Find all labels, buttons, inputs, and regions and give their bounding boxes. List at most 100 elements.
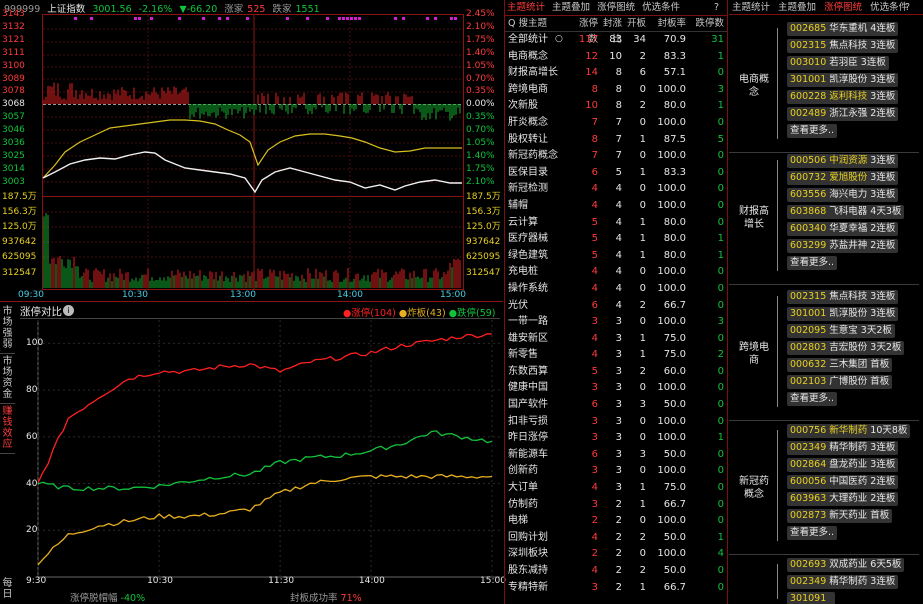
help-icon-2[interactable]: ? (905, 0, 910, 15)
table-row[interactable]: 创新药 3 3 0 100.0 0 (505, 463, 727, 480)
tab-market-strength[interactable]: 市场强弱 (0, 304, 15, 354)
table-row[interactable]: 健康中国 3 3 0 100.0 0 (505, 380, 727, 397)
seal-rate: 100.0 (657, 199, 686, 211)
limit-up-count: 7 (591, 116, 598, 128)
table-row[interactable]: 跨境电商 8 8 0 100.0 3 (505, 82, 727, 99)
table-row[interactable]: 次新股 10 8 2 80.0 1 (505, 98, 727, 115)
stock-chip[interactable]: 002685 华东重机 4连板 (787, 22, 899, 36)
tab-market-funds[interactable]: 市场资金 (0, 354, 15, 404)
table-row[interactable]: 光伏 6 4 2 66.7 0 (505, 298, 727, 315)
table-row[interactable]: 东数西算 5 3 2 60.0 0 (505, 364, 727, 381)
stock-chip[interactable]: 603556 海兴电力 3连板 (787, 188, 899, 202)
stock-chip[interactable]: 301091 (787, 592, 836, 604)
table-row[interactable]: 充电桩 4 4 0 100.0 0 (505, 264, 727, 281)
stock-chip[interactable]: 600056 中国医药 2连板 (787, 475, 899, 489)
stock-chip[interactable]: 301001 凯淳股份 3连板 (787, 307, 899, 321)
view-more-button[interactable]: 查看更多.. (787, 124, 838, 138)
limit-compare-panel[interactable]: 涨停对比 i ●涨停(104) ●炸板(43) ●跌停(59) 20 40 60 80… (0, 302, 506, 604)
tab-filter[interactable]: 优选条件 (642, 2, 680, 13)
tab-theme-overlay[interactable]: 主题叠加 (552, 2, 590, 13)
table-row[interactable]: 专精特新 3 2 1 66.7 0 (505, 580, 727, 597)
table-row[interactable]: 操作系统 4 4 0 100.0 0 (505, 281, 727, 298)
tab-daily[interactable]: 每日 (0, 576, 15, 604)
stock-chip[interactable]: 603299 苏盐井神 2连板 (787, 239, 899, 253)
stock-chip[interactable]: 000632 三木集团 首板 (787, 358, 893, 372)
seal-rate: 60.0 (663, 365, 686, 377)
theme-name: 电梯 (508, 515, 528, 527)
stock-chip[interactable]: 002693 双成药业 6天5板 (787, 558, 905, 572)
stock-chip[interactable]: 002873 新天药业 首板 (787, 509, 893, 523)
col-seal-rate[interactable]: 封板率 (648, 16, 688, 31)
table-row[interactable]: 昨日涨停 3 3 0 100.0 1 (505, 430, 727, 447)
stock-chip[interactable]: 002489 浙江永强 2连板 (787, 107, 899, 121)
col-seal-ratio[interactable]: 封涨比 (600, 16, 624, 45)
view-more-button[interactable]: 查看更多.. (787, 256, 838, 270)
table-row[interactable]: 全部统计 117 83 34 70.9 31 (505, 32, 727, 49)
view-more-button[interactable]: 查看更多.. (787, 392, 838, 406)
table-row[interactable]: 肝炎概念 7 7 0 100.0 0 (505, 115, 727, 132)
tab2-limit-chart[interactable]: 涨停图统 (824, 2, 862, 13)
col-search-theme[interactable]: Q 搜主题 (505, 16, 571, 31)
stock-name: 中润资源 (829, 155, 868, 166)
stock-chip[interactable]: 000756 新华制药 10天8板 (787, 424, 911, 438)
stock-chip[interactable]: 002315 焦点科技 3连板 (787, 290, 899, 304)
signal-dot (402, 17, 405, 20)
refresh-circle-icon[interactable]: ○ (555, 34, 563, 44)
table-row[interactable]: 辅帽 4 4 0 100.0 0 (505, 198, 727, 215)
tab2-theme-overlay[interactable]: 主题叠加 (778, 2, 816, 13)
table-row[interactable]: 新能源车 6 3 3 50.0 0 (505, 447, 727, 464)
table-row[interactable]: 新冠检测 4 4 0 100.0 0 (505, 181, 727, 198)
stock-chip[interactable]: 000506 中润资源 3连板 (787, 154, 899, 168)
stock-code: 002685 (790, 23, 827, 34)
stock-chip[interactable]: 002864 盘龙药业 3连板 (787, 458, 899, 472)
stock-chip[interactable]: 002349 精华制药 3连板 (787, 575, 899, 589)
tab2-filter[interactable]: 优选条件 (870, 2, 908, 13)
limit-up-count: 3 (591, 432, 598, 444)
table-row[interactable]: 电商概念 12 10 2 83.3 1 (505, 49, 727, 66)
tab-profit-effect[interactable]: 赚钱效应 (0, 404, 15, 454)
stock-chip[interactable]: 002095 生意宝 3天2板 (787, 324, 895, 338)
table-row[interactable]: 股东减持 4 2 2 50.0 0 (505, 563, 727, 580)
stock-chip[interactable]: 002803 吉宏股份 3天2板 (787, 341, 905, 355)
stock-chip[interactable]: 301001 凯淳股份 3连板 (787, 73, 899, 87)
table-row[interactable]: 扣非亏损 3 3 0 100.0 0 (505, 414, 727, 431)
limit-up-count: 3 (591, 498, 598, 510)
stock-chip[interactable]: 002103 广博股份 首板 (787, 375, 893, 389)
seal-count: 8 (615, 67, 622, 79)
stock-chip[interactable]: 600228 返利科技 3连板 (787, 90, 899, 104)
col-limit-up[interactable]: 涨停数 (571, 16, 600, 45)
table-row[interactable]: 雄安新区 4 3 1 75.0 0 (505, 331, 727, 348)
table-row[interactable]: 一带一路 3 3 0 100.0 3 (505, 314, 727, 331)
col-opened[interactable]: 开板 (624, 16, 648, 31)
table-row[interactable]: 医疗器械 5 4 1 80.0 1 (505, 231, 727, 248)
theme-name: 创新药 (508, 465, 538, 477)
table-row[interactable]: 股权转让 8 7 1 87.5 5 (505, 132, 727, 149)
stock-chip[interactable]: 600732 爱旭股份 3连板 (787, 171, 899, 185)
table-row[interactable]: 仿制药 3 2 1 66.7 0 (505, 497, 727, 514)
table-row[interactable]: 新零售 4 3 1 75.0 2 (505, 347, 727, 364)
stock-chip[interactable]: 002349 精华制药 3连板 (787, 441, 899, 455)
stock-chip[interactable]: 002315 焦点科技 3连板 (787, 39, 899, 53)
limit-down-count: 0 (717, 382, 724, 394)
table-row[interactable]: 绿色建筑 5 4 1 80.0 1 (505, 248, 727, 265)
table-row[interactable]: 大订单 4 3 1 75.0 0 (505, 480, 727, 497)
table-row[interactable]: 深圳板块 2 2 0 100.0 4 (505, 546, 727, 563)
table-row[interactable]: 财报高增长 14 8 6 57.1 0 (505, 65, 727, 82)
help-icon[interactable]: ? (714, 0, 719, 15)
table-row[interactable]: 医保目录 6 5 1 83.3 0 (505, 165, 727, 182)
table-row[interactable]: 云计算 5 4 1 80.0 0 (505, 215, 727, 232)
tab2-theme-stats[interactable]: 主题统计 (732, 2, 770, 13)
stock-chip[interactable]: 603868 飞科电器 4天3板 (787, 205, 905, 219)
tab-theme-stats[interactable]: 主题统计 (507, 2, 545, 13)
table-row[interactable]: 回购计划 4 2 2 50.0 1 (505, 530, 727, 547)
stock-chip[interactable]: 600340 华夏幸福 2连板 (787, 222, 899, 236)
col-limit-down[interactable]: 跌停数 (688, 16, 727, 31)
table-row[interactable]: 国产软件 6 3 3 50.0 0 (505, 397, 727, 414)
index-chart-panel[interactable]: 999999 上证指数 3001.56 -2.16% ▼-66.20 涨家 525… (0, 0, 503, 302)
table-row[interactable]: 电梯 2 2 0 100.0 0 (505, 513, 727, 530)
tab-limit-chart[interactable]: 涨停图统 (597, 2, 635, 13)
table-row[interactable]: 新冠药概念 7 7 0 100.0 0 (505, 148, 727, 165)
stock-chip[interactable]: 003010 若羽臣 3连板 (787, 56, 889, 70)
view-more-button[interactable]: 查看更多.. (787, 526, 838, 540)
stock-chip[interactable]: 603963 大理药业 2连板 (787, 492, 899, 506)
